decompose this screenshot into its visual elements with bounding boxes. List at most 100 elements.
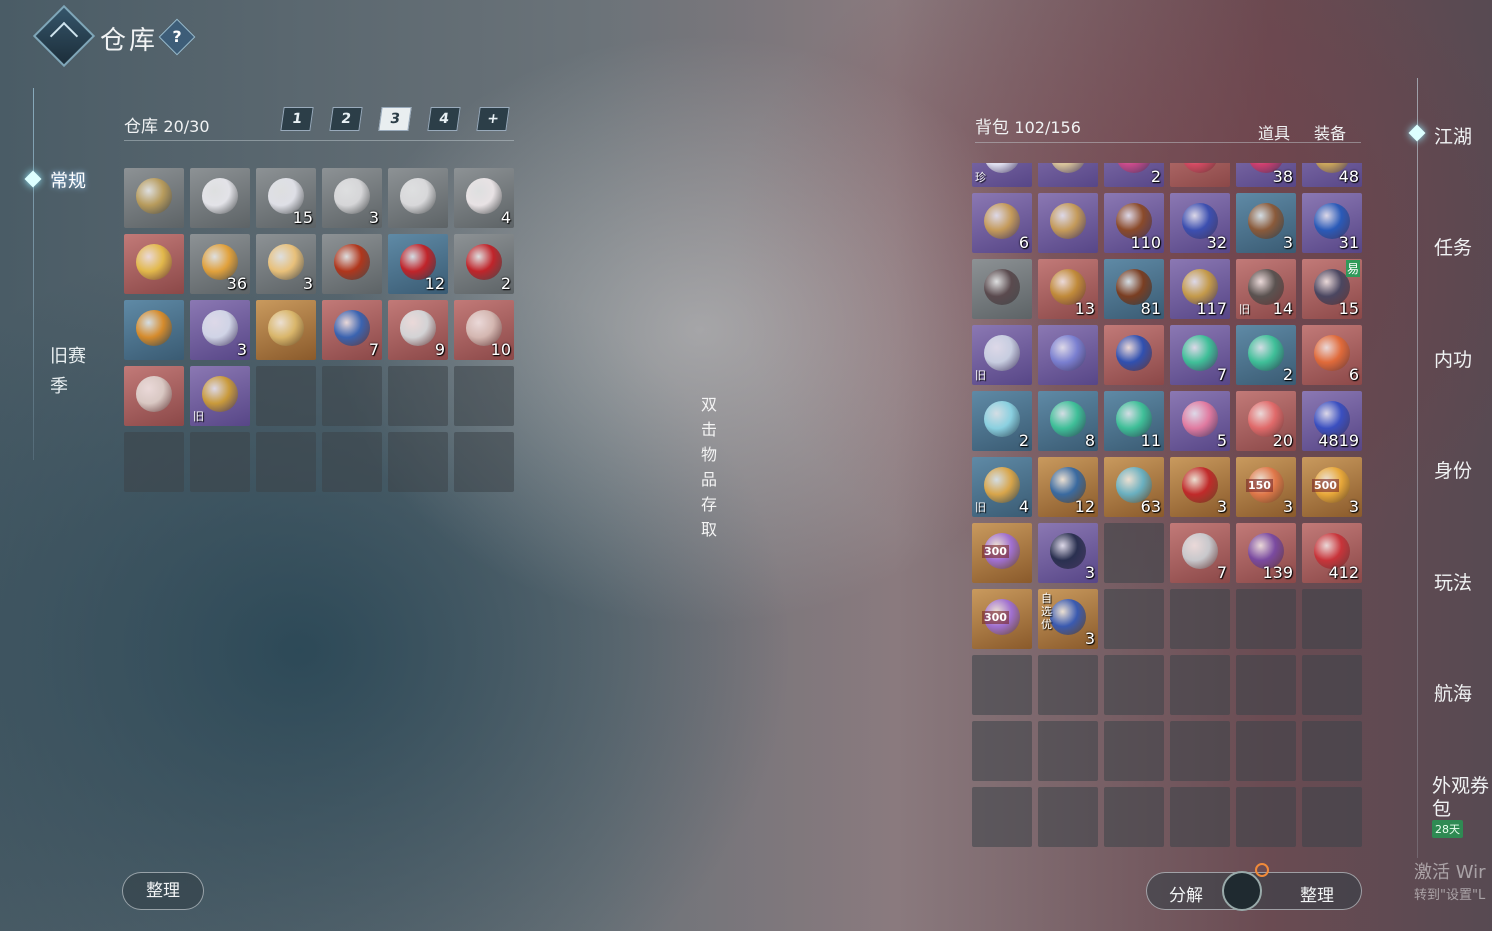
bag-slot[interactable] [1038,655,1098,715]
tab-regular[interactable]: 常规 [50,167,86,193]
warehouse-slot[interactable]: 旧 [190,366,250,426]
bag-slot[interactable] [972,721,1032,781]
bag-slot[interactable]: 63 [1104,457,1164,517]
bag-slot[interactable] [1236,655,1296,715]
bag-slot[interactable]: 3 自选优 [1038,589,1098,649]
bag-slot[interactable]: 6 [972,193,1032,253]
bag-slot[interactable] [1236,787,1296,847]
bag-slot[interactable] [1302,655,1362,715]
bag-slot[interactable] [972,655,1032,715]
bag-slot[interactable] [1038,787,1098,847]
bag-slot[interactable]: 7 [1170,523,1230,583]
warehouse-slot[interactable] [124,300,184,360]
bag-slot[interactable]: 117 [1170,259,1230,319]
bag-slot[interactable] [1236,589,1296,649]
bag-slot[interactable]: 32 [1170,193,1230,253]
warehouse-page-1[interactable]: 1 [280,107,314,131]
bag-slot[interactable]: 110 [1104,193,1164,253]
bag-slot[interactable]: 3 [1170,457,1230,517]
warehouse-slot[interactable] [388,432,448,492]
warehouse-slot[interactable] [124,168,184,228]
nav-coupon-bag-line2[interactable]: 包 [1432,794,1451,821]
bag-slot[interactable]: 3 [1236,193,1296,253]
bag-slot[interactable]: 11 [1104,391,1164,451]
warehouse-sort-button[interactable]: 整理 [122,872,204,910]
help-button[interactable]: ? [158,18,196,56]
warehouse-slot[interactable]: 10 [454,300,514,360]
warehouse-page-2[interactable]: 2 [329,107,363,131]
bag-slot[interactable]: 珍 [972,163,1032,187]
bag-slot[interactable] [1038,193,1098,253]
bag-slot[interactable] [1302,589,1362,649]
warehouse-slot[interactable]: 4 [454,168,514,228]
warehouse-slot[interactable] [124,432,184,492]
nav-quests[interactable]: 任务 [1434,233,1472,260]
warehouse-slot[interactable]: 3 [322,168,382,228]
warehouse-slot[interactable] [256,366,316,426]
bag-slot[interactable]: 13 [1038,259,1098,319]
warehouse-add-page-button[interactable]: + [476,107,510,131]
bag-slot[interactable]: 7 [1170,325,1230,385]
nav-gameplay[interactable]: 玩法 [1434,568,1472,595]
warehouse-slot[interactable]: 36 [190,234,250,294]
bag-slot[interactable]: 12 [1038,457,1098,517]
bag-slot[interactable]: 412 [1302,523,1362,583]
bag-slot[interactable]: 4819 [1302,391,1362,451]
bag-sort-button[interactable]: 整理 [1300,881,1334,906]
warehouse-slot[interactable]: 3 [190,300,250,360]
bag-slot[interactable] [1038,163,1098,187]
bag-slot[interactable] [1170,655,1230,715]
bag-slot[interactable] [1104,655,1164,715]
bag-slot[interactable] [1302,721,1362,781]
bag-slot[interactable]: 300 [972,523,1032,583]
warehouse-slot[interactable]: 15 [256,168,316,228]
bag-slot[interactable]: 3 [1038,523,1098,583]
bag-slot[interactable]: 20 [1236,391,1296,451]
bag-slot[interactable]: 6 [1302,325,1362,385]
bag-slot[interactable]: 4旧 [972,457,1032,517]
bag-slot[interactable] [1104,787,1164,847]
warehouse-slot[interactable] [190,168,250,228]
bag-slot[interactable] [1104,721,1164,781]
warehouse-slot[interactable]: 3 [256,234,316,294]
nav-identity[interactable]: 身份 [1434,456,1472,483]
bag-slot[interactable]: 旧 [972,325,1032,385]
bag-slot[interactable]: 15 易 [1302,259,1362,319]
warehouse-slot[interactable] [322,432,382,492]
bag-slot[interactable] [972,259,1032,319]
bag-slot[interactable]: 5 [1170,391,1230,451]
tab-old-season[interactable]: 旧赛 [50,342,86,368]
bag-slot[interactable] [972,787,1032,847]
bag-slot[interactable] [1104,589,1164,649]
bag-slot[interactable] [1104,325,1164,385]
warehouse-slot[interactable] [256,300,316,360]
bag-slot[interactable] [1038,325,1098,385]
tab-old-season-line2[interactable]: 季 [50,372,68,398]
nav-jianghu[interactable]: 江湖 [1434,122,1472,149]
bag-slot[interactable] [1170,163,1230,187]
warehouse-slot[interactable] [322,366,382,426]
filter-items[interactable]: 道具 [1258,120,1290,144]
warehouse-page-4[interactable]: 4 [427,107,461,131]
bag-slot[interactable]: 38 [1236,163,1296,187]
bag-slot[interactable]: 2 [972,391,1032,451]
warehouse-slot[interactable] [388,168,448,228]
decompose-button[interactable]: 分解 [1169,881,1203,906]
bag-slot[interactable]: 8 [1038,391,1098,451]
bag-slot[interactable]: 31 [1302,193,1362,253]
bag-slot[interactable] [1170,721,1230,781]
warehouse-slot[interactable]: 7 [322,300,382,360]
bag-slot[interactable]: 500 3 [1302,457,1362,517]
warehouse-slot[interactable]: 9 [388,300,448,360]
bag-slot[interactable] [1170,787,1230,847]
warehouse-slot[interactable] [124,366,184,426]
bag-slot[interactable] [1104,523,1164,583]
bag-slot[interactable]: 14 旧 [1236,259,1296,319]
bag-slot[interactable]: 150 3 [1236,457,1296,517]
warehouse-slot[interactable] [256,432,316,492]
bag-slot[interactable] [1170,589,1230,649]
warehouse-slot[interactable]: 12 [388,234,448,294]
warehouse-page-3[interactable]: 3 [378,107,412,131]
bag-slot[interactable] [1038,721,1098,781]
bag-slot[interactable]: 48 [1302,163,1362,187]
